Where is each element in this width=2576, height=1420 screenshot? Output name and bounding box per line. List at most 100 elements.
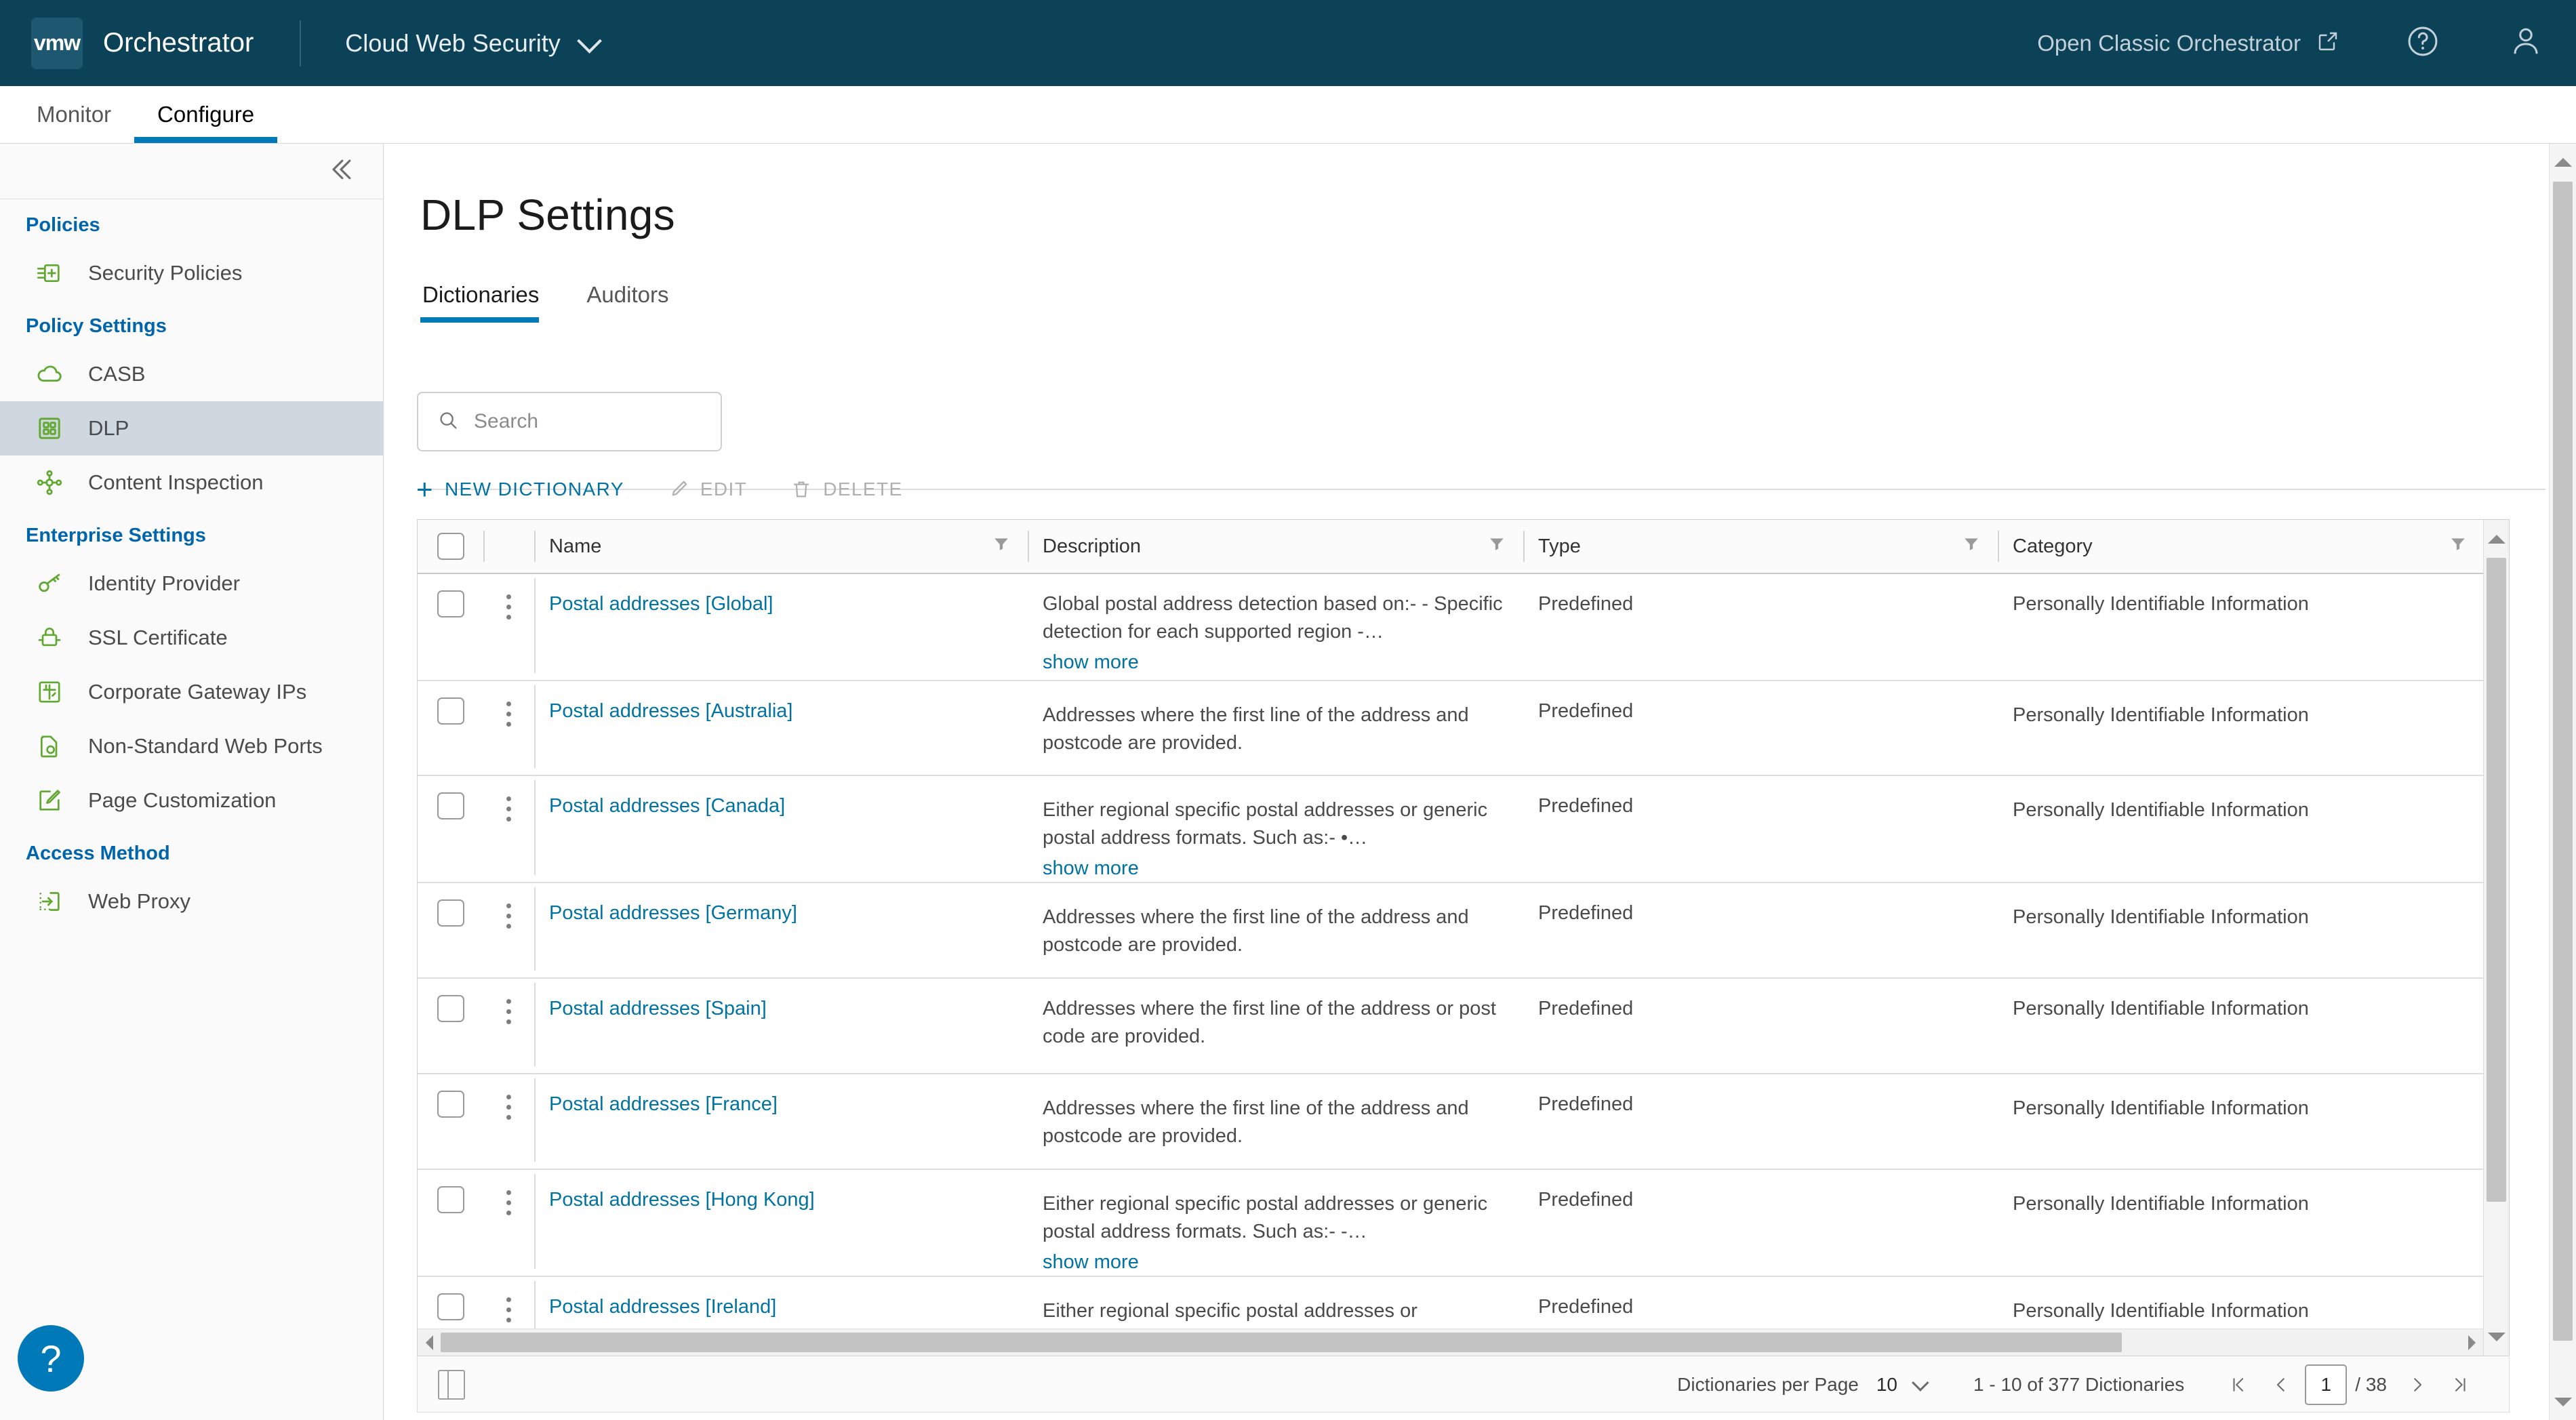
table-horizontal-scrollbar[interactable] [418, 1328, 2483, 1356]
dictionary-name-link[interactable]: Postal addresses [Germany] [549, 902, 797, 924]
filter-icon[interactable] [1488, 535, 1506, 558]
filter-icon[interactable] [1963, 535, 1980, 558]
column-header-name[interactable]: Name [534, 520, 1028, 573]
next-page-icon[interactable] [2396, 1364, 2438, 1406]
show-more-link[interactable]: show more [1043, 649, 1139, 676]
row-checkbox[interactable] [437, 899, 464, 927]
row-checkbox[interactable] [437, 1293, 464, 1320]
column-header-category[interactable]: Category [1998, 520, 2484, 573]
dictionary-name-link[interactable]: Postal addresses [Global] [549, 593, 773, 615]
type-text: Predefined [1538, 1189, 1634, 1211]
help-icon[interactable] [2405, 24, 2440, 62]
user-avatar-icon[interactable] [2508, 24, 2543, 62]
show-more-link[interactable]: show more [1043, 855, 1139, 883]
dictionary-name-link[interactable]: Postal addresses [Spain] [549, 998, 767, 1019]
row-menu-icon[interactable] [483, 697, 534, 729]
row-menu-icon[interactable] [483, 1293, 534, 1325]
sidebar-item-identity-provider[interactable]: Identity Provider [0, 556, 383, 611]
service-selector[interactable]: Cloud Web Security [345, 28, 602, 58]
table-scroll-thumb[interactable] [2487, 558, 2506, 1202]
prev-page-icon[interactable] [2260, 1364, 2302, 1406]
row-menu-icon[interactable] [483, 995, 534, 1027]
dictionary-name-link[interactable]: Postal addresses [France] [549, 1093, 778, 1115]
edit-button[interactable]: EDIT [668, 479, 747, 500]
vmware-logo[interactable]: vmw [31, 17, 83, 69]
sidebar-item-security-policies[interactable]: Security Policies [0, 246, 383, 300]
sidebar-item-casb[interactable]: CASB [0, 347, 383, 401]
row-checkbox[interactable] [437, 697, 464, 725]
tab-dictionaries[interactable]: Dictionaries [420, 282, 554, 323]
table-row[interactable]: Postal addresses [Canada] Either regiona… [418, 776, 2483, 883]
page-number-input[interactable]: 1 [2305, 1364, 2348, 1405]
table-row[interactable]: Postal addresses [Spain] Addresses where… [418, 979, 2483, 1074]
table-vertical-scrollbar[interactable] [2483, 520, 2509, 1356]
delete-button[interactable]: DELETE [790, 479, 902, 500]
table-row[interactable]: Postal addresses [Australia] Addresses w… [418, 681, 2483, 776]
sidebar-item-content-inspection[interactable]: Content Inspection [0, 455, 383, 510]
table-row[interactable]: Postal addresses [Germany] Addresses whe… [418, 883, 2483, 979]
row-checkbox[interactable] [437, 1186, 464, 1213]
new-dictionary-button[interactable]: + NEW DICTIONARY [416, 475, 624, 504]
row-menu-icon[interactable] [483, 590, 534, 622]
row-checkbox[interactable] [437, 1091, 464, 1118]
scroll-up-icon[interactable] [2484, 523, 2509, 555]
show-more-link[interactable]: show more [1043, 1249, 1139, 1276]
row-menu-icon[interactable] [483, 1186, 534, 1218]
row-checkbox[interactable] [437, 995, 464, 1022]
row-menu-icon[interactable] [483, 1091, 534, 1122]
dictionary-name-link[interactable]: Postal addresses [Canada] [549, 795, 785, 817]
dictionary-name-link[interactable]: Postal addresses [Australia] [549, 700, 792, 722]
table-footer: Dictionaries per Page 10 1 - 10 of 377 D… [417, 1357, 2510, 1413]
help-fab-button[interactable]: ? [18, 1325, 84, 1392]
row-menu-icon[interactable] [483, 899, 534, 931]
scroll-right-icon[interactable] [2460, 1335, 2483, 1350]
column-header-type[interactable]: Type [1523, 520, 1998, 573]
row-checkbox[interactable] [437, 590, 464, 617]
nav-tab-monitor[interactable]: Monitor [14, 86, 134, 143]
cell-name: Postal addresses [Hong Kong] [534, 1170, 1028, 1276]
description-text: Either regional specific postal addresse… [1043, 799, 1488, 849]
page-vertical-scrollbar[interactable] [2549, 144, 2576, 1420]
row-select-cell [418, 574, 483, 680]
tab-auditors[interactable]: Auditors [584, 282, 683, 323]
category-text: Personally Identifiable Information [2013, 799, 2309, 821]
category-text: Personally Identifiable Information [2013, 593, 2309, 615]
sidebar-item-web-proxy[interactable]: Web Proxy [0, 874, 383, 929]
sidebar-collapse-button[interactable] [0, 144, 383, 199]
sidebar-item-dlp[interactable]: DLP [0, 401, 383, 455]
search-input[interactable] [474, 410, 691, 433]
sidebar-item-page-customization[interactable]: Page Customization [0, 773, 383, 828]
sidebar-item-non-standard-web-ports[interactable]: Non-Standard Web Ports [0, 719, 383, 773]
sidebar-item-label: Content Inspection [88, 470, 264, 494]
scroll-down-icon[interactable] [2484, 1320, 2509, 1353]
h-scroll-thumb[interactable] [441, 1333, 2122, 1352]
filter-icon[interactable] [992, 535, 1010, 558]
first-page-icon[interactable] [2218, 1364, 2260, 1406]
sidebar-item-corporate-gateway-ips[interactable]: Corporate Gateway IPs [0, 665, 383, 719]
description-text: Addresses where the first line of the ad… [1043, 906, 1469, 956]
nav-tab-configure[interactable]: Configure [134, 86, 278, 143]
page-scroll-thumb[interactable] [2553, 182, 2573, 1341]
last-page-icon[interactable] [2438, 1364, 2480, 1406]
page-scroll-down-icon[interactable] [2550, 1385, 2576, 1419]
row-checkbox[interactable] [437, 792, 464, 819]
table-row[interactable]: Postal addresses [France] Addresses wher… [418, 1074, 2483, 1170]
search-box[interactable] [417, 392, 722, 451]
column-toggle-icon[interactable] [438, 1369, 465, 1400]
per-page-select[interactable]: 10 [1876, 1374, 1929, 1396]
filter-icon[interactable] [2449, 535, 2467, 558]
dictionary-name-link[interactable]: Postal addresses [Hong Kong] [549, 1189, 815, 1211]
table-row[interactable]: Postal addresses [Hong Kong] Either regi… [418, 1170, 2483, 1277]
page-scroll-up-icon[interactable] [2550, 145, 2576, 179]
sidebar-item-ssl-certificate[interactable]: SSL Certificate [0, 611, 383, 665]
h-scroll-track[interactable] [441, 1329, 2460, 1356]
dictionary-name-link[interactable]: Postal addresses [Ireland] [549, 1296, 776, 1318]
table-row[interactable]: Postal addresses [Global] Global postal … [418, 574, 2483, 681]
select-all-checkbox[interactable] [437, 533, 464, 560]
column-header-description[interactable]: Description [1028, 520, 1523, 573]
open-classic-orchestrator-link[interactable]: Open Classic Orchestrator [2037, 29, 2340, 57]
column-header-description-label: Description [1043, 535, 1142, 557]
row-menu-icon[interactable] [483, 792, 534, 824]
search-icon [437, 409, 459, 434]
scroll-left-icon[interactable] [418, 1335, 441, 1350]
